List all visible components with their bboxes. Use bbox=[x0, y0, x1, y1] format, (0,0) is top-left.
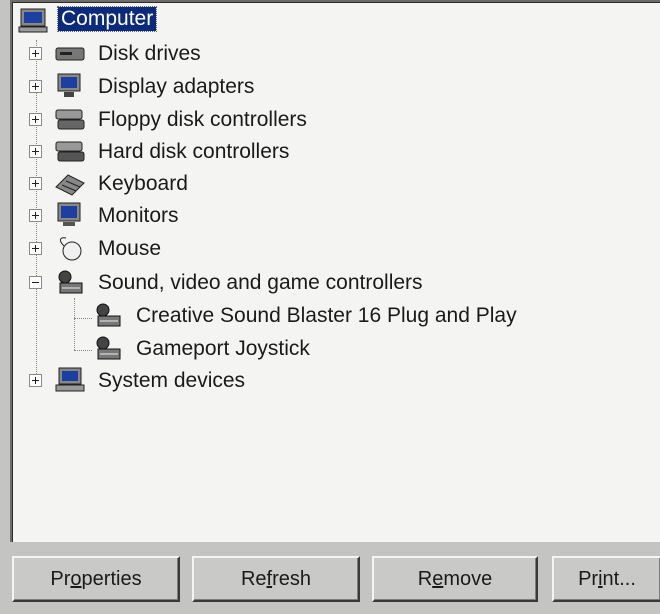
button-label-part: Pr bbox=[50, 567, 71, 590]
sound-device-icon bbox=[96, 303, 121, 327]
joystick-device-icon bbox=[96, 336, 121, 360]
tree-item-label: System devices bbox=[98, 369, 246, 392]
button-label-part: Re bbox=[240, 567, 267, 590]
mnemonic-char: e bbox=[432, 567, 444, 590]
computer-icon bbox=[18, 8, 48, 33]
tree-item-label: Creative Sound Blaster 16 Plug and Play bbox=[136, 304, 517, 327]
print-button[interactable]: Pr i nt... bbox=[552, 556, 660, 602]
system-devices-icon bbox=[55, 367, 85, 392]
expand-toggle[interactable] bbox=[29, 113, 42, 126]
button-label-part: nt... bbox=[602, 567, 636, 590]
tree-item-keyboard[interactable]: Keyboard bbox=[12, 169, 612, 199]
tree-item-label: Floppy disk controllers bbox=[98, 108, 307, 131]
expand-toggle[interactable] bbox=[29, 145, 42, 158]
button-label-part: resh bbox=[272, 567, 312, 590]
button-label-part: R bbox=[417, 567, 433, 590]
tree-item-disk-drives[interactable]: Disk drives bbox=[12, 39, 612, 69]
tree-item-label: Disk drives bbox=[98, 42, 201, 65]
expand-toggle[interactable] bbox=[29, 47, 42, 60]
expand-toggle[interactable] bbox=[29, 177, 42, 190]
tree-root-label: Computer bbox=[56, 6, 158, 32]
tree-item-mouse[interactable]: Mouse bbox=[12, 234, 612, 264]
disk-drive-icon bbox=[55, 47, 85, 61]
tree-item-label: Keyboard bbox=[98, 172, 188, 195]
tree-item-label: Sound, video and game controllers bbox=[98, 271, 423, 294]
remove-button[interactable]: Re move bbox=[372, 556, 538, 602]
monitor-icon bbox=[57, 202, 81, 226]
tree-item-monitors[interactable]: Monitors bbox=[12, 201, 612, 231]
button-label-part: perties bbox=[81, 567, 142, 590]
display-adapter-icon bbox=[57, 73, 81, 97]
button-label-part: Pr bbox=[578, 567, 599, 590]
collapse-toggle[interactable] bbox=[29, 276, 42, 289]
tree-item-label: Hard disk controllers bbox=[98, 140, 290, 163]
floppy-controller-icon bbox=[55, 109, 85, 130]
tree-item-display-adapters[interactable]: Display adapters bbox=[12, 72, 612, 102]
tree-item-system-devices[interactable]: System devices bbox=[12, 366, 612, 396]
expand-toggle[interactable] bbox=[29, 242, 42, 255]
device-tree[interactable]: Computer Disk drives Display adapters Fl… bbox=[10, 0, 660, 542]
expand-toggle[interactable] bbox=[29, 209, 42, 222]
tree-item-hard-disk-controllers[interactable]: Hard disk controllers bbox=[12, 137, 612, 167]
button-label-part: move bbox=[443, 567, 493, 590]
tree-item-label: Display adapters bbox=[98, 75, 255, 98]
tree-item-label: Monitors bbox=[98, 204, 179, 227]
tree-root-computer[interactable]: Computer bbox=[18, 6, 318, 36]
tree-item-floppy-disk-controllers[interactable]: Floppy disk controllers bbox=[12, 105, 612, 135]
mnemonic-char: o bbox=[70, 567, 82, 590]
tree-item-sound-video-game-controllers[interactable]: Sound, video and game controllers bbox=[12, 268, 612, 298]
tree-item-gameport-joystick[interactable]: Gameport Joystick bbox=[12, 334, 632, 364]
expand-toggle[interactable] bbox=[29, 374, 42, 387]
hard-disk-controller-icon bbox=[55, 141, 85, 162]
properties-button[interactable]: Pr o perties bbox=[12, 556, 180, 602]
tree-item-label: Mouse bbox=[98, 237, 162, 260]
tree-item-creative-sound-blaster[interactable]: Creative Sound Blaster 16 Plug and Play bbox=[12, 301, 632, 331]
refresh-button[interactable]: Re f resh bbox=[192, 556, 360, 602]
sound-controller-icon bbox=[58, 270, 83, 294]
mouse-icon bbox=[59, 237, 82, 261]
expand-toggle[interactable] bbox=[29, 80, 42, 93]
tree-item-label: Gameport Joystick bbox=[136, 337, 310, 360]
keyboard-icon bbox=[55, 174, 85, 196]
